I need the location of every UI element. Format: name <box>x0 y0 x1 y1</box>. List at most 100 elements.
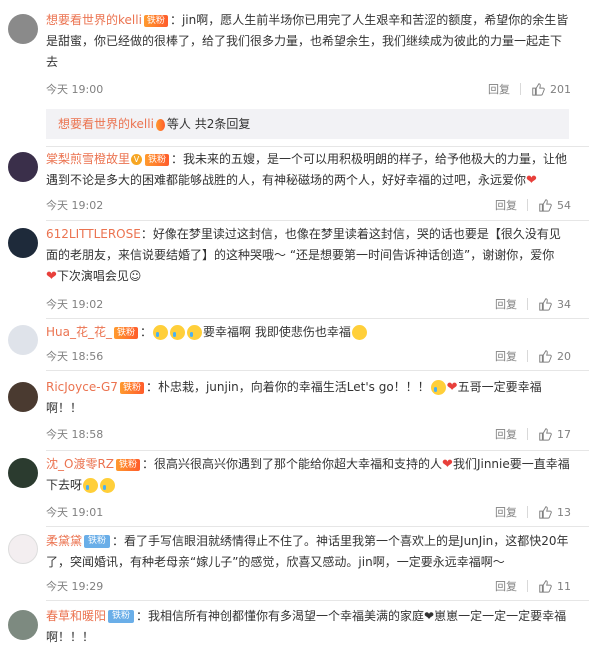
comment-item: 想要看世界的kelli 铁粉 ：jin啊，愿人生前半场你已用完了人生艰辛和苦涩的额度… <box>0 0 589 112</box>
crying-emoji-icon <box>187 325 203 340</box>
comment-meta: 今天 18:58 回复 17 <box>46 426 571 444</box>
fan-badge <box>155 118 165 131</box>
comment-text: RicJoyce-G7 铁粉 ：朴忠栽，junjin，向着你的幸福生活Let's g… <box>46 377 571 419</box>
username[interactable]: 沈_O渡零RZ <box>46 457 114 471</box>
comment-text: 沈_O渡零RZ 铁粉 ：很高兴很高兴你遇到了那个能给你超大幸福和支持的人❤我们Jin… <box>46 454 571 496</box>
like-count: 13 <box>557 505 571 519</box>
comment-item: Hua_花_花_ 铁粉： 要幸福啊 我即使悲伤也幸福 今天 18:56 回复 20 <box>0 318 589 370</box>
thumbs-up-icon[interactable] <box>531 82 545 96</box>
divider <box>527 580 528 592</box>
thumbs-up-icon[interactable] <box>538 349 552 363</box>
comment-item: RicJoyce-G7 铁粉 ：朴忠栽，junjin，向着你的幸福生活Let's g… <box>0 370 589 450</box>
crying-emoji-icon <box>430 380 446 395</box>
timestamp: 今天 19:00 <box>46 83 104 96</box>
crying-emoji-icon <box>83 478 99 493</box>
crying-emoji-icon <box>153 325 169 340</box>
fan-badge: 铁粉 <box>143 14 168 27</box>
comment-item: 柔黛黛 铁粉 ：看了手写信眼泪就绣情得止不住了。神话里我第一个喜欢上的是JunJin… <box>0 526 589 600</box>
username[interactable]: 想要看世界的kelli <box>46 13 142 27</box>
comment-item: 沈_O渡零RZ 铁粉 ：很高兴很高兴你遇到了那个能给你超大幸福和支持的人❤我们Jin… <box>0 450 589 526</box>
username[interactable]: 柔黛黛 <box>46 534 82 548</box>
timestamp: 今天 19:02 <box>46 298 104 311</box>
timestamp: 今天 19:29 <box>46 580 104 593</box>
heart-icon: ❤ <box>46 269 57 284</box>
comment-body: ：很高兴很高兴你遇到了那个能给你超大幸福和支持的人 <box>142 457 443 471</box>
comment-meta: 今天 19:02 回复 54 <box>46 197 571 215</box>
sub-reply-summary[interactable]: 想要看世界的kelli 等人 共2条回复 <box>46 109 569 139</box>
thumbs-up-icon[interactable] <box>538 427 552 441</box>
thumbs-up-icon[interactable] <box>538 579 552 593</box>
heart-icon: ❤ <box>446 380 458 395</box>
like-count: 20 <box>557 349 571 363</box>
username[interactable]: 棠梨煎雪橙故里 <box>46 152 130 166</box>
thumbs-up-icon[interactable] <box>538 297 552 311</box>
like-count: 17 <box>557 427 571 441</box>
avatar[interactable] <box>8 14 38 44</box>
heart-icon: ❤ <box>424 609 435 623</box>
username[interactable]: 春草和暖阳 <box>46 609 106 623</box>
username[interactable]: RicJoyce-G7 <box>46 380 118 394</box>
comment-body: ：我相信所有神创都懂你有多渴望一个幸福美满的家庭 <box>136 609 425 623</box>
reply-button[interactable]: 回复 <box>495 197 517 213</box>
comment-body-2: 下次演唱会见 <box>56 269 129 283</box>
fan-badge: 铁粉 <box>119 381 144 394</box>
like-count: 54 <box>557 198 571 212</box>
fan-badge: 铁粉 <box>145 153 170 166</box>
crying-emoji-icon <box>170 325 186 340</box>
comment-item: 春草和暖阳 铁粉 ：我相信所有神创都懂你有多渴望一个幸福美满的家庭❤崽崽一定一定一定… <box>0 600 589 653</box>
avatar[interactable] <box>8 325 38 355</box>
comment-text: Hua_花_花_ 铁粉： 要幸福啊 我即使悲伤也幸福 <box>46 322 571 343</box>
comment-text: 想要看世界的kelli 铁粉 ：jin啊，愿人生前半场你已用完了人生艰辛和苦涩的额度… <box>46 10 571 73</box>
reply-button[interactable]: 回复 <box>495 504 517 520</box>
comment-text: 棠梨煎雪橙故里 V 铁粉 ：我未来的五嫂，是一个可以用积极明朗的样子，给予他极大的力量… <box>46 149 571 191</box>
comment-text: 春草和暖阳 铁粉 ：我相信所有神创都懂你有多渴望一个幸福美满的家庭❤崽崽一定一定一定… <box>46 606 571 648</box>
timestamp: 今天 18:58 <box>46 428 104 441</box>
reply-button[interactable]: 回复 <box>495 296 517 312</box>
divider <box>527 350 528 362</box>
comment-meta: 今天 19:02 回复 34 <box>46 296 571 314</box>
reply-button[interactable]: 回复 <box>488 81 510 97</box>
sub-reply-text: 等人 共2条回复 <box>166 117 251 131</box>
thumbs-up-icon[interactable] <box>538 198 552 212</box>
divider <box>520 83 521 95</box>
comment-body: ：看了手写信眼泪就绣情得止不住了。神话里我第一个喜欢上的是JunJin，这都快2… <box>46 534 569 569</box>
iron-fan-badge: 铁粉 <box>108 610 135 623</box>
like-count: 34 <box>557 297 571 311</box>
sub-reply-username[interactable]: 想要看世界的kelli <box>58 117 154 131</box>
timestamp: 今天 19:02 <box>46 199 104 212</box>
comment-meta: 今天 19:01 回复 13 <box>46 504 571 522</box>
heart-icon: ❤ <box>442 457 453 472</box>
reply-button[interactable]: 回复 <box>495 578 517 594</box>
reply-button[interactable]: 回复 <box>495 426 517 442</box>
timestamp: 今天 18:56 <box>46 350 104 363</box>
comment-item: 棠梨煎雪橙故里 V 铁粉 ：我未来的五嫂，是一个可以用积极明朗的样子，给予他极大的力量… <box>0 146 589 220</box>
reply-button[interactable]: 回复 <box>495 348 517 364</box>
avatar[interactable] <box>8 458 38 488</box>
avatar[interactable] <box>8 228 38 258</box>
comment-text: 柔黛黛 铁粉 ：看了手写信眼泪就绣情得止不住了。神话里我第一个喜欢上的是JunJin… <box>46 531 571 573</box>
avatar[interactable] <box>8 610 38 640</box>
comment-meta: 今天 19:29 回复 11 <box>46 578 571 596</box>
divider <box>527 428 528 440</box>
comment-item: 612LITTLEROSE：好像在梦里读过这封信，也像在梦里读着这封信，哭的话也… <box>0 220 589 316</box>
timestamp: 今天 19:01 <box>46 506 104 519</box>
comment-meta: 今天 18:56 回复 20 <box>46 348 571 366</box>
smile-icon: ☺ <box>128 269 142 283</box>
avatar[interactable] <box>8 534 38 564</box>
thumbs-up-icon[interactable] <box>538 505 552 519</box>
verified-icon: V <box>131 154 143 165</box>
avatar[interactable] <box>8 382 38 412</box>
comment-meta: 今天 19:00 回复 201 <box>46 81 571 99</box>
comment-list: 想要看世界的kelli 铁粉 ：jin啊，愿人生前半场你已用完了人生艰辛和苦涩的额度… <box>0 0 589 653</box>
fan-badge: 铁粉 <box>116 458 141 471</box>
username[interactable]: 612LITTLEROSE <box>46 227 141 241</box>
comment-body: 要幸福啊 我即使悲伤也幸福 <box>203 325 351 339</box>
username[interactable]: Hua_花_花_ <box>46 325 112 339</box>
divider <box>527 298 528 310</box>
avatar[interactable] <box>8 152 38 182</box>
comment-body: ：朴忠栽，junjin，向着你的幸福生活Let's go！！！ <box>145 380 430 394</box>
divider <box>527 506 528 518</box>
kiss-emoji-icon <box>351 325 367 340</box>
like-count: 11 <box>557 579 571 593</box>
comment-text: 612LITTLEROSE：好像在梦里读过这封信，也像在梦里读着这封信，哭的话也… <box>46 224 571 287</box>
